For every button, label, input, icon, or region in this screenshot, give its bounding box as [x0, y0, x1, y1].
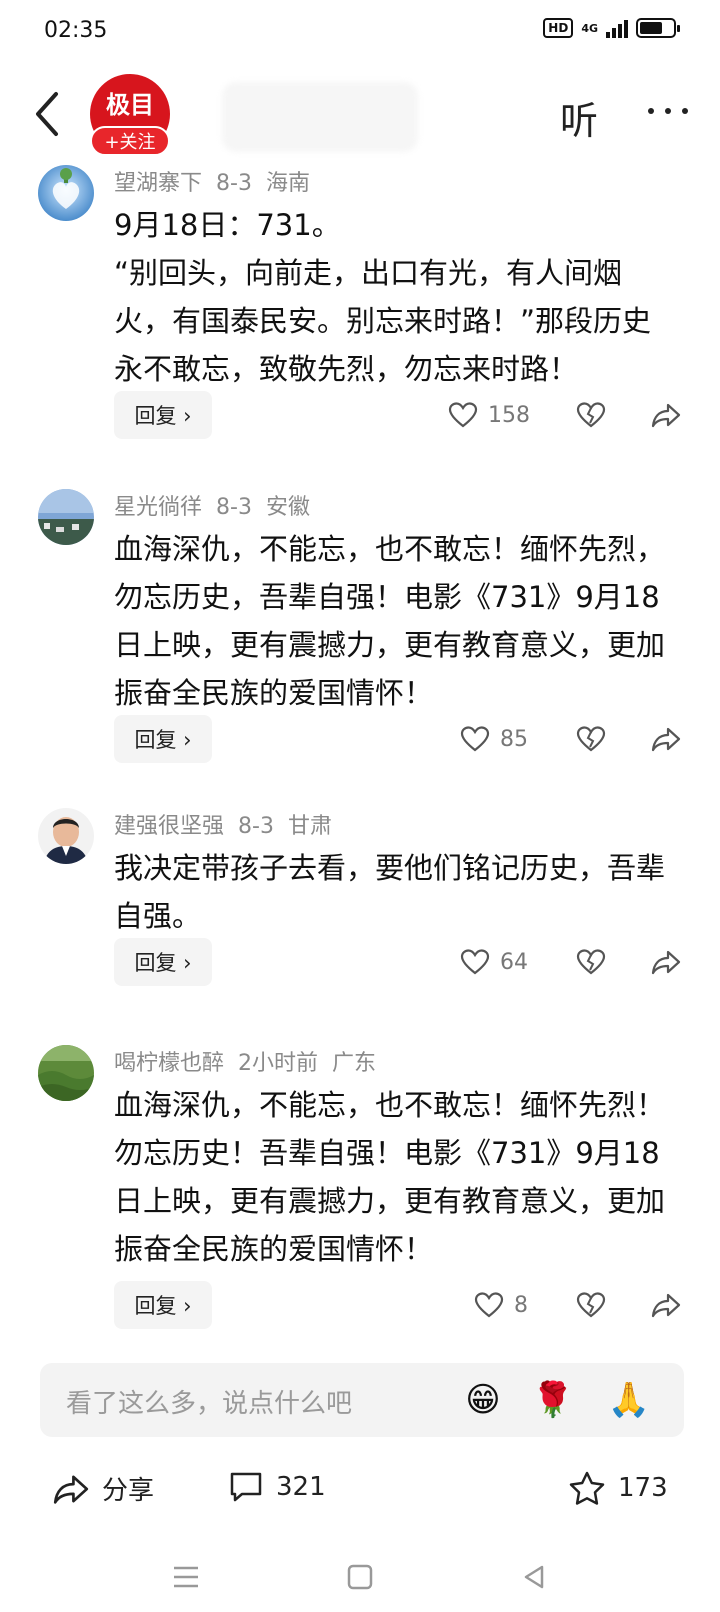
username[interactable]: 建强很坚强 [114, 814, 224, 839]
comment-date: 2小时前 [238, 1051, 319, 1076]
back-nav-button[interactable] [514, 1557, 554, 1597]
home-nav-button[interactable] [340, 1557, 380, 1597]
avatar-image [38, 1045, 94, 1101]
comment-location: 海南 [265, 171, 310, 196]
status-bar: 02:35 HD 4G [0, 0, 720, 66]
star-icon [569, 1471, 605, 1505]
like-count: 158 [488, 402, 530, 428]
share-comment-button[interactable] [648, 715, 684, 763]
share-label: 分享 [102, 1476, 155, 1506]
broken-heart-icon [576, 402, 606, 428]
like-button[interactable]: 8 [474, 1281, 528, 1329]
comment-date: 8-3 [216, 495, 252, 520]
broken-heart-icon [576, 726, 606, 752]
comment-location: 甘肃 [287, 814, 332, 839]
menu-icon [174, 1566, 198, 1588]
avatar[interactable] [38, 489, 94, 545]
like-button[interactable]: 64 [460, 938, 528, 986]
back-button[interactable] [30, 88, 70, 140]
share-icon [651, 727, 681, 752]
like-button[interactable]: 158 [448, 391, 530, 439]
reply-button[interactable]: 回复 › [114, 938, 212, 986]
comment-icon [230, 1472, 262, 1502]
heart-icon [460, 726, 490, 752]
dislike-button[interactable] [573, 938, 609, 986]
broken-heart-icon [576, 1292, 606, 1318]
share-icon [651, 950, 681, 975]
favorites-count: 173 [618, 1473, 668, 1503]
dislike-button[interactable] [573, 1281, 609, 1329]
reply-button[interactable]: 回复 › [114, 715, 212, 763]
comment-input-placeholder: 看了这么多，说点什么吧 [66, 1389, 353, 1419]
comment-location: 广东 [332, 1051, 377, 1076]
share-icon [651, 1293, 681, 1318]
dislike-button[interactable] [573, 715, 609, 763]
comment-date: 8-3 [238, 814, 274, 839]
username[interactable]: 喝柠檬也醉 [114, 1051, 224, 1076]
comment-text: 血海深仇，不能忘，也不敢忘！缅怀先烈，勿忘历史，吾辈自强！电影《731》9月18… [114, 532, 666, 710]
publisher-logo[interactable]: 极目 +关注 [88, 74, 172, 156]
comments-button[interactable]: 321 [228, 1470, 326, 1504]
hd-voice-icon: HD [543, 18, 574, 38]
comment-meta: 星光徜徉 8-3 安徽 [114, 489, 324, 521]
more-options-button[interactable] [648, 108, 688, 118]
avatar-image [38, 808, 94, 864]
bottom-action-bar: 分享 321 173 [0, 1456, 720, 1536]
avatar[interactable] [38, 165, 94, 221]
grin-emoji-button[interactable]: 😁 [460, 1377, 506, 1423]
heart-icon [448, 402, 478, 428]
share-comment-button[interactable] [648, 938, 684, 986]
blurred-publisher-name [222, 82, 418, 152]
square-icon [347, 1564, 373, 1590]
reply-button[interactable]: 回复 › [114, 1281, 212, 1329]
avatar-image [38, 165, 94, 221]
listen-button[interactable]: 听 [560, 90, 598, 145]
like-count: 8 [514, 1292, 528, 1318]
share-comment-button[interactable] [648, 1281, 684, 1329]
triangle-back-icon [524, 1565, 544, 1589]
share-button[interactable]: 分享 [52, 1470, 154, 1507]
like-count: 85 [500, 726, 528, 752]
username[interactable]: 星光徜徉 [114, 495, 202, 520]
comment-date: 8-3 [216, 171, 252, 196]
comment-input[interactable]: 看了这么多，说点什么吧 😁 🌹 🙏 [40, 1363, 684, 1437]
comment-text: 血海深仇，不能忘，也不敢忘！缅怀先烈！勿忘历史！吾辈自强！电影《731》9月18… [114, 1088, 666, 1266]
follow-button[interactable]: +关注 [90, 126, 170, 156]
heart-icon [474, 1292, 504, 1318]
avatar[interactable] [38, 1045, 94, 1101]
heart-icon [460, 949, 490, 975]
header: 极目 +关注 听 [0, 68, 720, 164]
rose-emoji-button[interactable]: 🌹 [530, 1377, 576, 1423]
signal-icon [606, 18, 628, 38]
favorite-button[interactable]: 173 [568, 1470, 668, 1506]
system-nav-bar [0, 1545, 720, 1612]
comment-text: 我决定带孩子去看，要他们铭记历史，吾辈自强。 [114, 851, 666, 933]
reply-button[interactable]: 回复 › [114, 391, 212, 439]
like-button[interactable]: 85 [460, 715, 528, 763]
avatar-image [38, 489, 94, 545]
dislike-button[interactable] [573, 391, 609, 439]
status-icons: HD 4G [543, 18, 680, 38]
comment-location: 安徽 [265, 495, 310, 520]
pray-emoji-button[interactable]: 🙏 [606, 1377, 652, 1423]
broken-heart-icon [576, 949, 606, 975]
clock: 02:35 [44, 18, 108, 43]
comment-text: 9月18日：731。 “别回头，向前走，出口有光，有人间烟火，有国泰民安。别忘来… [114, 208, 652, 386]
share-comment-button[interactable] [648, 391, 684, 439]
chevron-left-icon [36, 92, 58, 136]
comment-meta: 喝柠檬也醉 2小时前 广东 [114, 1045, 390, 1077]
battery-icon [636, 18, 680, 38]
comment-meta: 望湖寨下 8-3 海南 [114, 165, 324, 197]
comment-meta: 建强很坚强 8-3 甘肃 [114, 808, 346, 840]
like-count: 64 [500, 949, 528, 975]
menu-nav-button[interactable] [166, 1557, 206, 1597]
username[interactable]: 望湖寨下 [114, 171, 202, 196]
comments-count: 321 [276, 1472, 326, 1502]
network-type-icon: 4G [581, 21, 598, 35]
share-icon [53, 1475, 89, 1504]
avatar[interactable] [38, 808, 94, 864]
share-icon [651, 403, 681, 428]
